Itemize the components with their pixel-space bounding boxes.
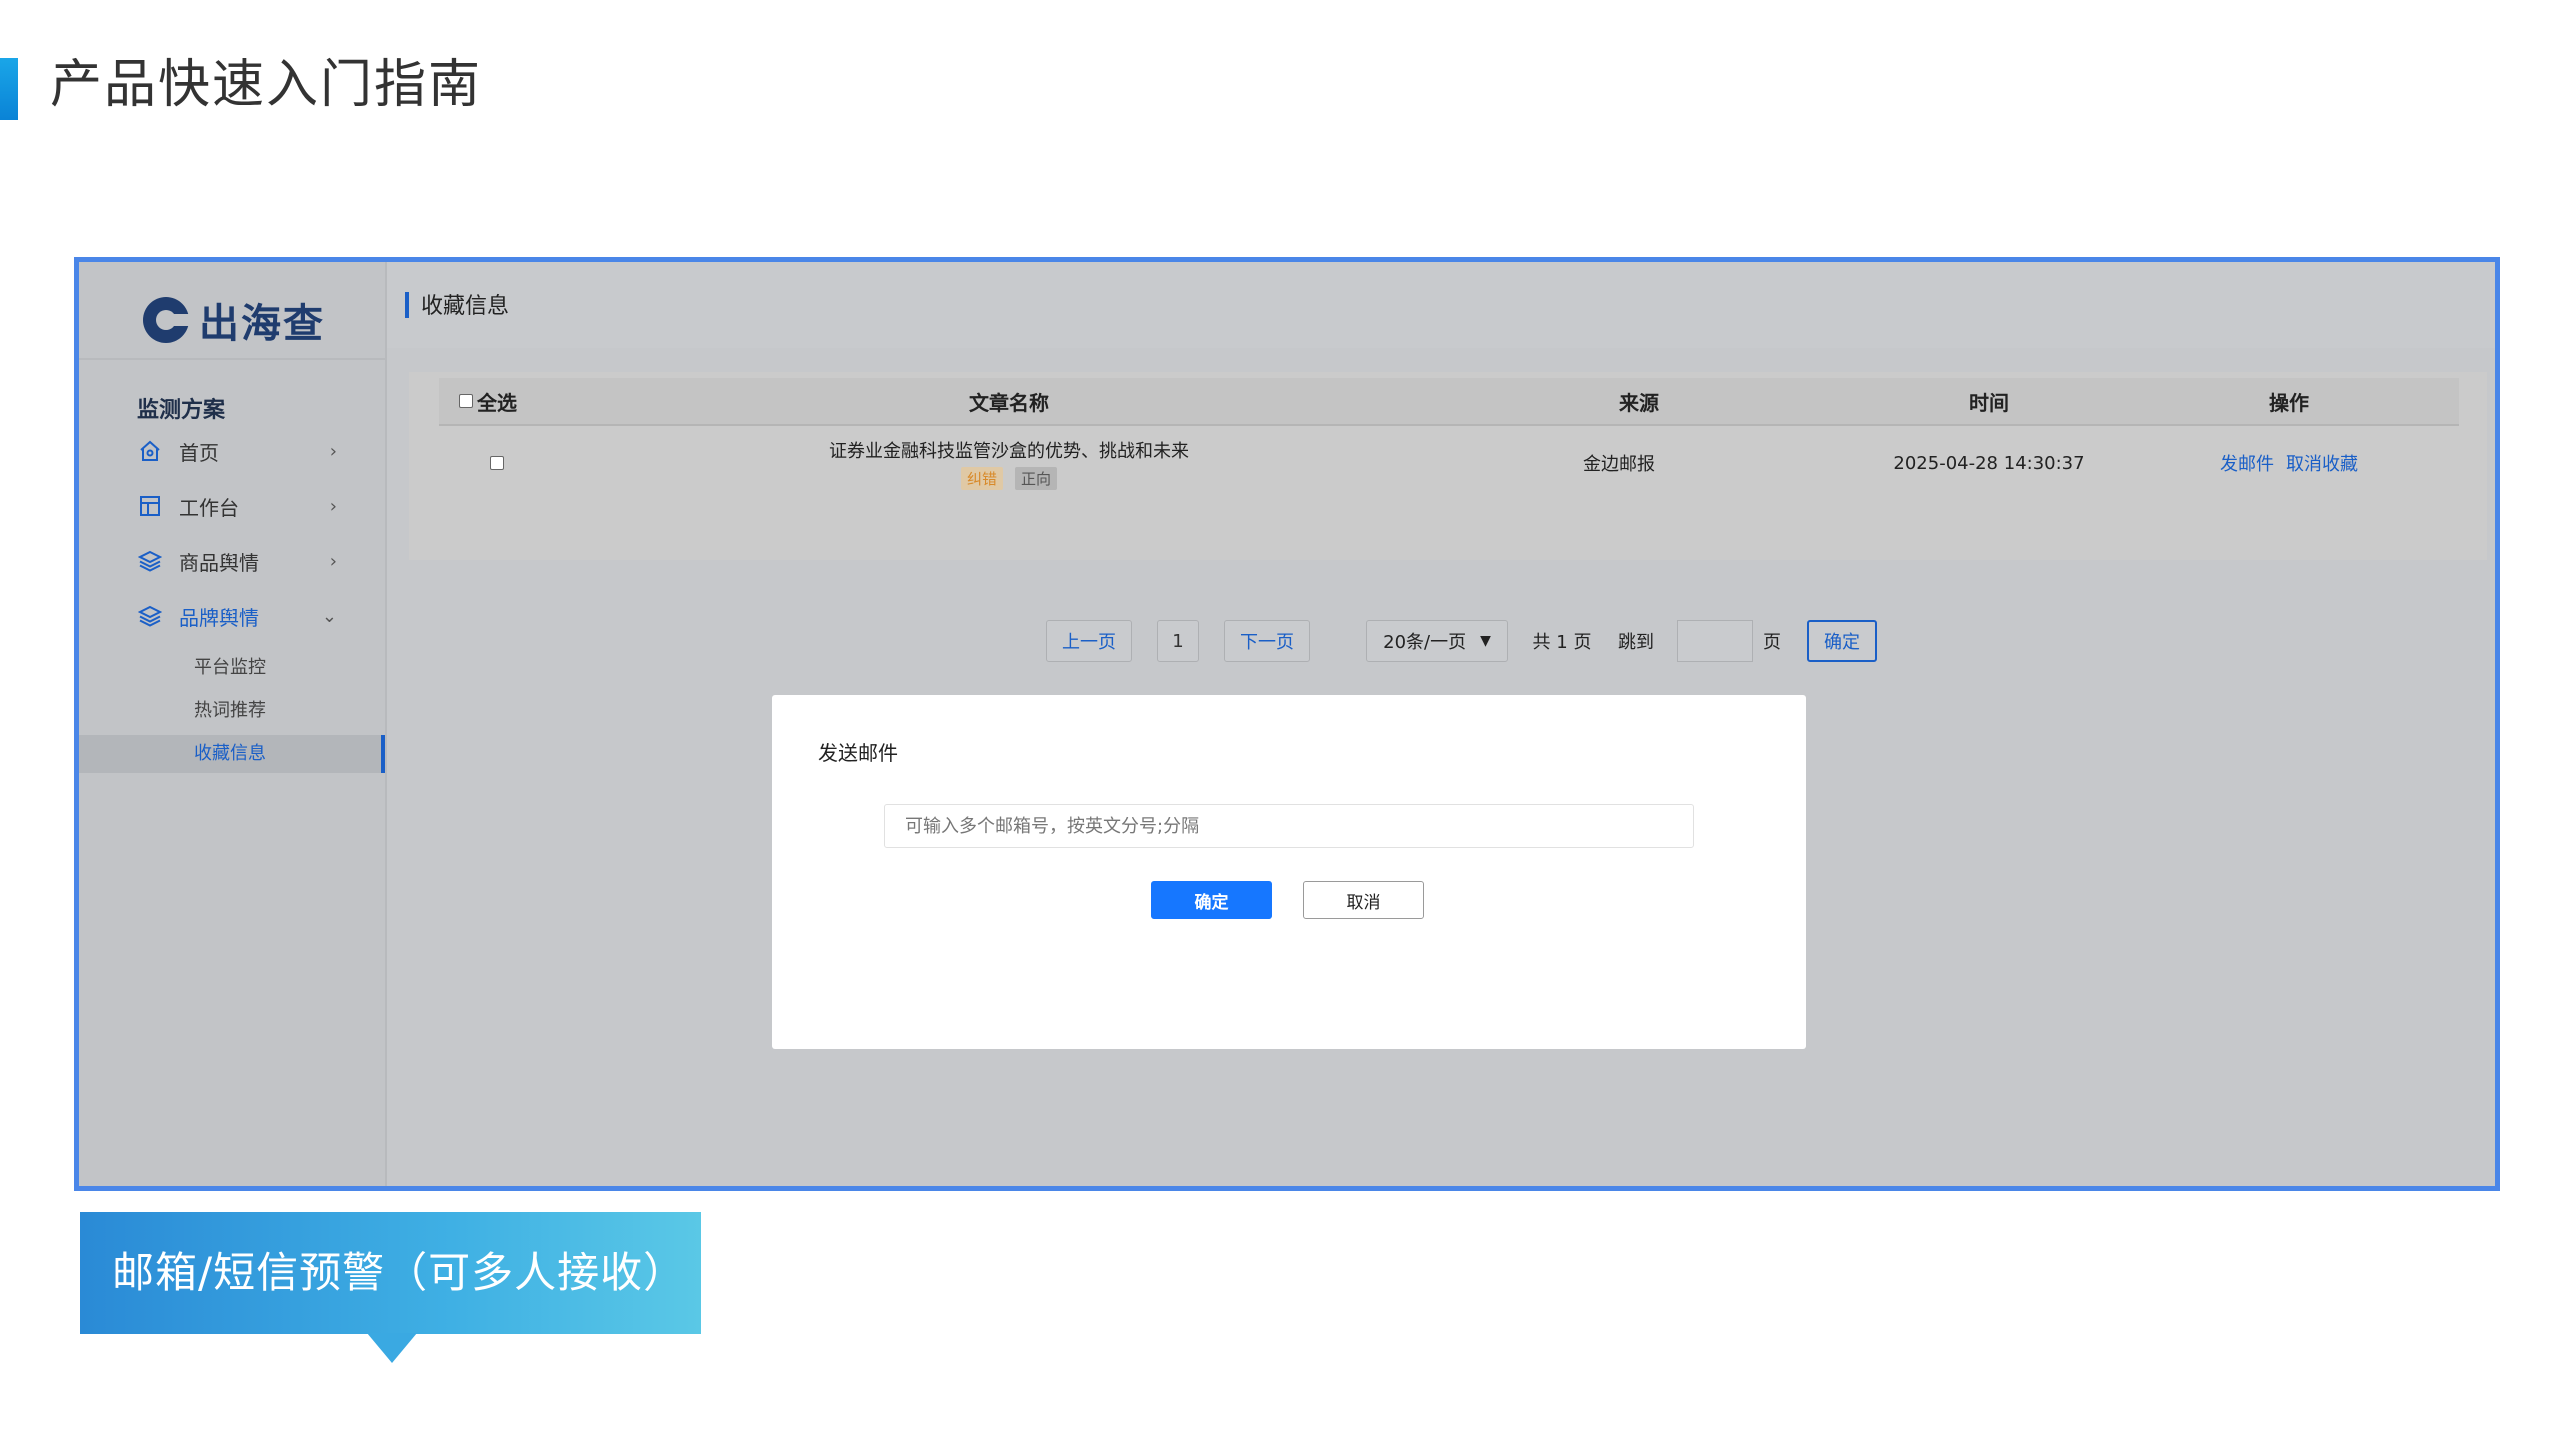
title-accent-bar: [0, 58, 18, 120]
confirm-button[interactable]: 确定: [1151, 881, 1272, 919]
article-tags: 纠错 正向: [960, 466, 1058, 490]
row-select[interactable]: [479, 428, 519, 498]
caption-pointer: [367, 1333, 417, 1363]
select-all-label: 全选: [477, 390, 517, 415]
table-row: 证券业金融科技监管沙盒的优势、挑战和未来 纠错 正向 金边邮报 2025-04-…: [439, 428, 2459, 498]
prev-page-button[interactable]: 上一页: [1046, 620, 1132, 662]
time-cell: 2025-04-28 14:30:37: [1893, 452, 2085, 474]
sidebar-item-home[interactable]: 首页 ›: [137, 431, 337, 471]
chevron-down-icon: ▼: [1480, 633, 1491, 649]
logo-icon: [143, 297, 191, 343]
next-page-button[interactable]: 下一页: [1224, 620, 1310, 662]
page-title: 收藏信息: [421, 294, 510, 319]
feature-caption: 邮箱/短信预警（可多人接收）: [112, 1248, 687, 1297]
sidebar-subitem-hot-words[interactable]: 热词推荐: [79, 692, 385, 730]
sidebar-item-label: 品牌舆情: [179, 605, 259, 630]
tag-correction: 纠错: [960, 466, 1003, 490]
unfavorite-link[interactable]: 取消收藏: [2286, 450, 2358, 476]
column-header-source: 来源: [1619, 390, 1659, 415]
actions-cell: 发邮件 取消收藏: [2169, 428, 2409, 498]
jump-label: 跳到: [1618, 632, 1654, 653]
column-header-actions: 操作: [2269, 390, 2309, 415]
logo[interactable]: 出海查: [143, 290, 325, 350]
email-input[interactable]: [884, 804, 1694, 848]
article-title-link[interactable]: 证券业金融科技监管沙盒的优势、挑战和未来: [829, 437, 1189, 463]
slide-title: 产品快速入门指南: [50, 55, 483, 115]
cancel-button[interactable]: 取消: [1303, 881, 1424, 919]
page-unit-label: 页: [1763, 632, 1781, 653]
sidebar-item-label: 商品舆情: [179, 550, 259, 575]
page-size-select[interactable]: 20条/一页 ▼: [1366, 620, 1508, 662]
send-email-modal: 发送邮件 确定 取消: [772, 695, 1806, 1049]
chevron-right-icon: ›: [329, 550, 337, 572]
app-screenshot-frame: 出海查 监测方案 首页 › 工作台 › 商品舆情 › 品牌舆情 ⌄ 平台监控 热…: [74, 257, 2500, 1191]
divider: [79, 358, 385, 360]
article-title-cell: 证券业金融科技监管沙盒的优势、挑战和未来 纠错 正向: [739, 428, 1279, 498]
layers-icon: [137, 548, 163, 574]
sidebar-item-workbench[interactable]: 工作台 ›: [137, 486, 337, 526]
send-email-link[interactable]: 发邮件: [2220, 450, 2274, 476]
sidebar-item-brand-sentiment[interactable]: 品牌舆情 ⌄: [137, 596, 337, 636]
total-pages: 共 1 页: [1532, 632, 1592, 653]
layers-icon: [137, 603, 163, 629]
select-all-checkbox[interactable]: [459, 394, 473, 408]
sidebar-item-product-sentiment[interactable]: 商品舆情 ›: [137, 541, 337, 581]
logo-text: 出海查: [199, 301, 325, 347]
table-header: 全选 文章名称 来源 时间 操作: [439, 378, 2459, 426]
select-all[interactable]: 全选: [459, 378, 539, 424]
page-header: 收藏信息: [387, 262, 2495, 348]
layout-icon: [137, 493, 163, 519]
column-header-title: 文章名称: [969, 390, 1049, 415]
sidebar: 出海查 监测方案 首页 › 工作台 › 商品舆情 › 品牌舆情 ⌄ 平台监控 热…: [79, 262, 387, 1186]
chevron-right-icon: ›: [329, 440, 337, 462]
jump-page-input[interactable]: [1677, 620, 1753, 662]
chevron-right-icon: ›: [329, 495, 337, 517]
favorites-table: 全选 文章名称 来源 时间 操作 证券业金融科技监管沙盒的优势、挑战和未来 纠错…: [409, 372, 2487, 560]
home-icon: [137, 438, 163, 464]
tag-positive: 正向: [1015, 466, 1058, 490]
header-accent-bar: [405, 292, 409, 318]
sidebar-item-label: 工作台: [179, 495, 239, 520]
sidebar-subitem-favorites[interactable]: 收藏信息: [79, 735, 385, 773]
column-header-time: 时间: [1969, 390, 2009, 415]
source-cell: 金边邮报: [1583, 454, 1655, 475]
modal-title: 发送邮件: [818, 741, 898, 765]
sidebar-subitem-platform-monitor[interactable]: 平台监控: [79, 649, 385, 687]
sidebar-item-label: 首页: [179, 440, 219, 465]
jump-confirm-button[interactable]: 确定: [1807, 620, 1877, 662]
sidebar-section-title: 监测方案: [137, 398, 226, 423]
page-size-value: 20条/一页: [1383, 632, 1467, 653]
chevron-down-icon: ⌄: [321, 605, 337, 627]
feature-caption-box: 邮箱/短信预警（可多人接收）: [80, 1212, 701, 1334]
page-number-button[interactable]: 1: [1157, 620, 1199, 662]
row-checkbox[interactable]: [490, 456, 504, 470]
